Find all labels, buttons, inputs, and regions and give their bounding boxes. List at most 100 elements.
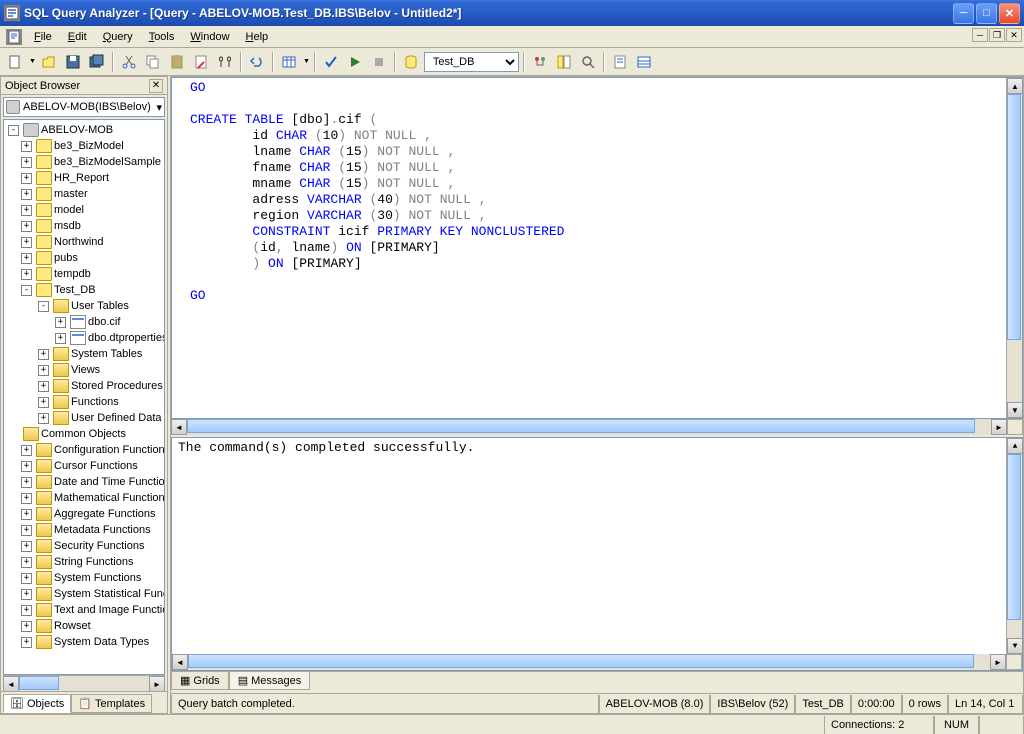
object-tree[interactable]: -ABELOV-MOB+be3_BizModel+be3_BizModelSam… [3, 119, 165, 675]
tab-messages[interactable]: ▤Messages [229, 672, 311, 690]
database-selector[interactable]: Test_DB [424, 52, 519, 72]
results-vscrollbar[interactable]: ▲▼ [1006, 438, 1022, 654]
expand-icon[interactable]: + [21, 637, 32, 648]
tree-db[interactable]: +Northwind [4, 234, 164, 250]
tree-folder[interactable]: +Configuration Functions [4, 442, 164, 458]
expand-icon[interactable]: + [21, 605, 32, 616]
copy-button[interactable] [142, 51, 164, 73]
expand-icon[interactable]: + [21, 525, 32, 536]
expand-icon[interactable]: + [21, 189, 32, 200]
new-query-button[interactable] [4, 51, 26, 73]
tree-folder[interactable]: +Aggregate Functions [4, 506, 164, 522]
object-search-button[interactable] [577, 51, 599, 73]
object-browser-close[interactable]: ✕ [149, 79, 163, 93]
menu-window[interactable]: Window [182, 28, 237, 46]
expand-icon[interactable]: + [38, 381, 49, 392]
close-button[interactable]: ✕ [999, 3, 1020, 24]
estimated-plan-button[interactable] [529, 51, 551, 73]
save-all-button[interactable] [86, 51, 108, 73]
tree-folder[interactable]: +Stored Procedures [4, 378, 164, 394]
tree-db[interactable]: +HR_Report [4, 170, 164, 186]
tree-folder[interactable]: +Cursor Functions [4, 458, 164, 474]
tree-folder[interactable]: +String Functions [4, 554, 164, 570]
save-button[interactable] [62, 51, 84, 73]
expand-icon[interactable]: + [21, 589, 32, 600]
tree-db[interactable]: +tempdb [4, 266, 164, 282]
expand-icon[interactable]: + [55, 317, 66, 328]
tree-folder[interactable]: +Functions [4, 394, 164, 410]
mdi-restore[interactable]: ❐ [989, 28, 1005, 42]
server-selector[interactable]: ABELOV-MOB(IBS\Belov) ▾ [3, 97, 165, 117]
expand-icon[interactable]: + [38, 413, 49, 424]
tree-folder[interactable]: +System Data Types [4, 634, 164, 650]
expand-icon[interactable]: + [21, 173, 32, 184]
current-connection-button[interactable] [609, 51, 631, 73]
expand-icon[interactable]: + [21, 205, 32, 216]
expand-icon[interactable]: + [21, 445, 32, 456]
tree-db[interactable]: +model [4, 202, 164, 218]
tree-folder[interactable]: +Metadata Functions [4, 522, 164, 538]
results-dropdown-icon[interactable]: ▼ [303, 58, 310, 65]
clear-button[interactable] [190, 51, 212, 73]
expand-icon[interactable]: + [21, 221, 32, 232]
show-results-button[interactable] [633, 51, 655, 73]
execute-button[interactable] [344, 51, 366, 73]
tree-common[interactable]: Common Objects [4, 426, 164, 442]
menu-query[interactable]: Query [95, 28, 141, 46]
minimize-button[interactable]: ─ [953, 3, 974, 24]
expand-icon[interactable]: + [21, 509, 32, 520]
find-button[interactable] [214, 51, 236, 73]
tree-folder[interactable]: +System Functions [4, 570, 164, 586]
results-hscrollbar[interactable]: ◄► [172, 654, 1006, 670]
object-browser-button[interactable] [553, 51, 575, 73]
tree-server[interactable]: -ABELOV-MOB [4, 122, 164, 138]
collapse-icon[interactable]: - [8, 125, 19, 136]
expand-icon[interactable]: + [21, 461, 32, 472]
expand-icon[interactable]: + [21, 157, 32, 168]
tab-templates[interactable]: 📋Templates [71, 694, 152, 713]
mdi-minimize[interactable]: ─ [972, 28, 988, 42]
tree-table[interactable]: +dbo.cif [4, 314, 164, 330]
expand-icon[interactable]: + [21, 573, 32, 584]
open-button[interactable] [38, 51, 60, 73]
expand-icon[interactable]: + [21, 237, 32, 248]
editor-hscrollbar[interactable]: ◄► [171, 419, 1007, 435]
parse-button[interactable] [320, 51, 342, 73]
expand-icon[interactable]: + [38, 349, 49, 360]
collapse-icon[interactable]: - [38, 301, 49, 312]
tab-grids[interactable]: ▦Grids [171, 672, 229, 690]
menu-tools[interactable]: Tools [141, 28, 183, 46]
results-mode-button[interactable] [278, 51, 300, 73]
menu-help[interactable]: Help [238, 28, 277, 46]
expand-icon[interactable]: + [21, 269, 32, 280]
expand-icon[interactable]: + [21, 477, 32, 488]
expand-icon[interactable]: + [38, 397, 49, 408]
new-dropdown-icon[interactable]: ▼ [29, 58, 36, 65]
expand-icon[interactable]: + [55, 333, 66, 344]
expand-icon[interactable]: + [38, 365, 49, 376]
menu-file[interactable]: File [26, 28, 60, 46]
tree-folder[interactable]: +System Statistical Functions [4, 586, 164, 602]
tree-db[interactable]: +be3_BizModel [4, 138, 164, 154]
expand-icon[interactable]: + [21, 541, 32, 552]
tree-folder[interactable]: +System Tables [4, 346, 164, 362]
tree-db[interactable]: +be3_BizModelSample [4, 154, 164, 170]
mdi-close[interactable]: ✕ [1006, 28, 1022, 42]
tree-folder[interactable]: +Views [4, 362, 164, 378]
menu-edit[interactable]: Edit [60, 28, 95, 46]
tree-hscrollbar[interactable]: ◄► [3, 675, 165, 691]
tree-folder[interactable]: +Mathematical Functions [4, 490, 164, 506]
tree-folder[interactable]: +User Defined Data Types [4, 410, 164, 426]
expand-icon[interactable]: + [21, 141, 32, 152]
tree-table[interactable]: +dbo.dtproperties [4, 330, 164, 346]
tree-folder[interactable]: +Rowset [4, 618, 164, 634]
collapse-icon[interactable]: - [21, 285, 32, 296]
tree-folder[interactable]: +Text and Image Functions [4, 602, 164, 618]
tree-db[interactable]: +pubs [4, 250, 164, 266]
tree-folder-usertables[interactable]: -User Tables [4, 298, 164, 314]
sql-editor[interactable]: GO CREATE TABLE [dbo].cif ( id CHAR (10)… [171, 77, 1023, 419]
expand-icon[interactable]: + [21, 557, 32, 568]
maximize-button[interactable]: □ [976, 3, 997, 24]
expand-icon[interactable]: + [21, 621, 32, 632]
expand-icon[interactable]: + [21, 493, 32, 504]
